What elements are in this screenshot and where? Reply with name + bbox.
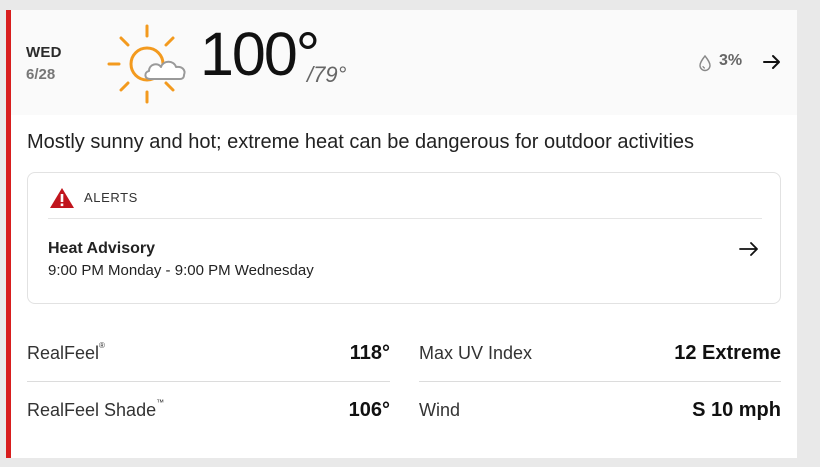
forecast-summary: Mostly sunny and hot; extreme heat can b…	[27, 131, 695, 153]
day-label: WED	[26, 44, 62, 61]
realfeel-shade-label: RealFeel Shade™	[27, 398, 165, 421]
alert-time-range: 9:00 PM Monday - 9:00 PM Wednesday	[48, 262, 314, 279]
divider	[48, 218, 762, 219]
realfeel-shade-value: 106°	[348, 399, 390, 421]
trademark-mark: ™	[156, 398, 165, 407]
realfeel-shade-label-text: RealFeel Shade	[27, 400, 157, 420]
partly-sunny-icon	[107, 24, 186, 104]
alerts-panel[interactable]: ALERTS Heat Advisory 9:00 PM Monday - 9:…	[27, 172, 781, 304]
arrow-right-icon[interactable]	[762, 54, 782, 70]
divider	[27, 381, 390, 382]
alerts-heading: ALERTS	[84, 190, 138, 205]
precipitation-chance: 3%	[719, 52, 743, 69]
registered-mark: ®	[99, 341, 105, 350]
wind-value: S 10 mph	[692, 399, 781, 421]
warning-icon	[50, 188, 74, 208]
alert-title[interactable]: Heat Advisory	[48, 240, 155, 258]
realfeel-label-text: RealFeel	[27, 343, 100, 363]
realfeel-label: RealFeel®	[27, 341, 105, 364]
high-temperature: 100°	[200, 20, 320, 88]
uv-index-value: 12 Extreme	[674, 342, 781, 364]
wind-label: Wind	[419, 400, 461, 420]
realfeel-value: 118°	[349, 342, 390, 364]
raindrop-icon	[699, 54, 711, 72]
low-temperature: /79°	[307, 62, 347, 87]
arrow-right-icon[interactable]	[738, 241, 760, 257]
date-label: 6/28	[26, 66, 56, 83]
uv-index-label: Max UV Index	[419, 343, 533, 363]
divider	[419, 381, 781, 382]
